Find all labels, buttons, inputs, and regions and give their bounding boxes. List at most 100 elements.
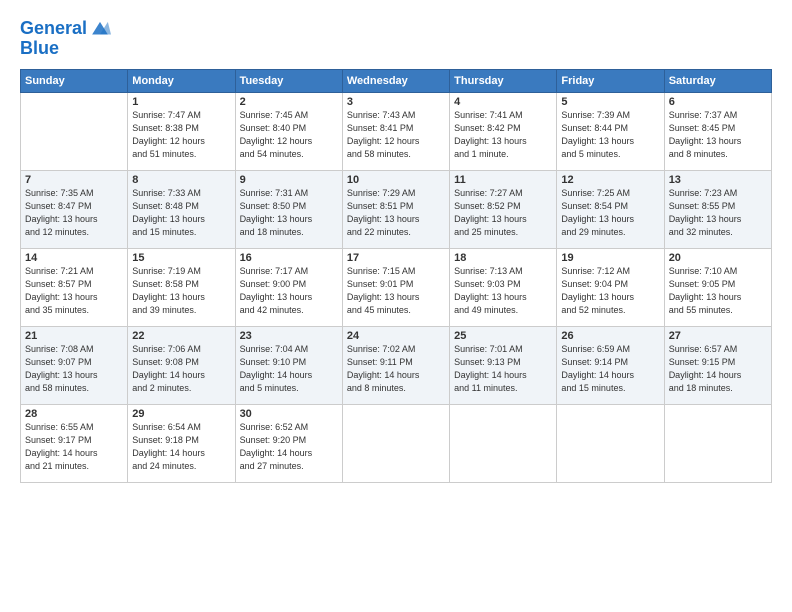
day-cell: 2Sunrise: 7:45 AM Sunset: 8:40 PM Daylig… bbox=[235, 93, 342, 171]
col-header-thursday: Thursday bbox=[450, 70, 557, 93]
day-info: Sunrise: 7:31 AM Sunset: 8:50 PM Dayligh… bbox=[240, 187, 338, 239]
logo-blue: Blue bbox=[20, 38, 111, 59]
day-info: Sunrise: 6:52 AM Sunset: 9:20 PM Dayligh… bbox=[240, 421, 338, 473]
day-cell bbox=[342, 405, 449, 483]
day-number: 7 bbox=[25, 174, 123, 186]
day-cell: 1Sunrise: 7:47 AM Sunset: 8:38 PM Daylig… bbox=[128, 93, 235, 171]
day-cell: 19Sunrise: 7:12 AM Sunset: 9:04 PM Dayli… bbox=[557, 249, 664, 327]
day-cell: 29Sunrise: 6:54 AM Sunset: 9:18 PM Dayli… bbox=[128, 405, 235, 483]
day-number: 3 bbox=[347, 96, 445, 108]
day-cell: 21Sunrise: 7:08 AM Sunset: 9:07 PM Dayli… bbox=[21, 327, 128, 405]
week-row-2: 14Sunrise: 7:21 AM Sunset: 8:57 PM Dayli… bbox=[21, 249, 772, 327]
day-cell: 5Sunrise: 7:39 AM Sunset: 8:44 PM Daylig… bbox=[557, 93, 664, 171]
day-info: Sunrise: 7:12 AM Sunset: 9:04 PM Dayligh… bbox=[561, 265, 659, 317]
day-cell: 26Sunrise: 6:59 AM Sunset: 9:14 PM Dayli… bbox=[557, 327, 664, 405]
col-header-tuesday: Tuesday bbox=[235, 70, 342, 93]
day-cell: 14Sunrise: 7:21 AM Sunset: 8:57 PM Dayli… bbox=[21, 249, 128, 327]
day-info: Sunrise: 7:37 AM Sunset: 8:45 PM Dayligh… bbox=[669, 109, 767, 161]
page: General Blue SundayMondayTuesdayWednesda… bbox=[0, 0, 792, 612]
week-row-0: 1Sunrise: 7:47 AM Sunset: 8:38 PM Daylig… bbox=[21, 93, 772, 171]
day-info: Sunrise: 6:55 AM Sunset: 9:17 PM Dayligh… bbox=[25, 421, 123, 473]
day-cell: 30Sunrise: 6:52 AM Sunset: 9:20 PM Dayli… bbox=[235, 405, 342, 483]
day-info: Sunrise: 6:57 AM Sunset: 9:15 PM Dayligh… bbox=[669, 343, 767, 395]
day-info: Sunrise: 7:43 AM Sunset: 8:41 PM Dayligh… bbox=[347, 109, 445, 161]
day-number: 25 bbox=[454, 330, 552, 342]
day-number: 24 bbox=[347, 330, 445, 342]
day-cell: 13Sunrise: 7:23 AM Sunset: 8:55 PM Dayli… bbox=[664, 171, 771, 249]
day-cell: 22Sunrise: 7:06 AM Sunset: 9:08 PM Dayli… bbox=[128, 327, 235, 405]
logo: General Blue bbox=[20, 18, 111, 59]
day-cell: 28Sunrise: 6:55 AM Sunset: 9:17 PM Dayli… bbox=[21, 405, 128, 483]
col-header-monday: Monday bbox=[128, 70, 235, 93]
week-row-4: 28Sunrise: 6:55 AM Sunset: 9:17 PM Dayli… bbox=[21, 405, 772, 483]
calendar-table: SundayMondayTuesdayWednesdayThursdayFrid… bbox=[20, 69, 772, 483]
day-number: 9 bbox=[240, 174, 338, 186]
day-number: 14 bbox=[25, 252, 123, 264]
day-number: 10 bbox=[347, 174, 445, 186]
day-number: 19 bbox=[561, 252, 659, 264]
header: General Blue bbox=[20, 18, 772, 59]
day-number: 2 bbox=[240, 96, 338, 108]
day-cell bbox=[21, 93, 128, 171]
day-info: Sunrise: 7:39 AM Sunset: 8:44 PM Dayligh… bbox=[561, 109, 659, 161]
day-cell: 17Sunrise: 7:15 AM Sunset: 9:01 PM Dayli… bbox=[342, 249, 449, 327]
day-cell: 15Sunrise: 7:19 AM Sunset: 8:58 PM Dayli… bbox=[128, 249, 235, 327]
day-cell: 16Sunrise: 7:17 AM Sunset: 9:00 PM Dayli… bbox=[235, 249, 342, 327]
day-cell: 6Sunrise: 7:37 AM Sunset: 8:45 PM Daylig… bbox=[664, 93, 771, 171]
day-cell: 4Sunrise: 7:41 AM Sunset: 8:42 PM Daylig… bbox=[450, 93, 557, 171]
day-number: 20 bbox=[669, 252, 767, 264]
day-info: Sunrise: 6:59 AM Sunset: 9:14 PM Dayligh… bbox=[561, 343, 659, 395]
day-info: Sunrise: 7:17 AM Sunset: 9:00 PM Dayligh… bbox=[240, 265, 338, 317]
day-number: 11 bbox=[454, 174, 552, 186]
day-info: Sunrise: 7:04 AM Sunset: 9:10 PM Dayligh… bbox=[240, 343, 338, 395]
day-cell: 20Sunrise: 7:10 AM Sunset: 9:05 PM Dayli… bbox=[664, 249, 771, 327]
logo-icon bbox=[89, 18, 111, 40]
col-header-wednesday: Wednesday bbox=[342, 70, 449, 93]
day-info: Sunrise: 7:35 AM Sunset: 8:47 PM Dayligh… bbox=[25, 187, 123, 239]
day-info: Sunrise: 7:33 AM Sunset: 8:48 PM Dayligh… bbox=[132, 187, 230, 239]
day-number: 13 bbox=[669, 174, 767, 186]
day-info: Sunrise: 7:15 AM Sunset: 9:01 PM Dayligh… bbox=[347, 265, 445, 317]
day-number: 18 bbox=[454, 252, 552, 264]
col-header-saturday: Saturday bbox=[664, 70, 771, 93]
day-number: 28 bbox=[25, 408, 123, 420]
day-cell: 27Sunrise: 6:57 AM Sunset: 9:15 PM Dayli… bbox=[664, 327, 771, 405]
day-info: Sunrise: 7:10 AM Sunset: 9:05 PM Dayligh… bbox=[669, 265, 767, 317]
day-info: Sunrise: 7:01 AM Sunset: 9:13 PM Dayligh… bbox=[454, 343, 552, 395]
day-info: Sunrise: 7:29 AM Sunset: 8:51 PM Dayligh… bbox=[347, 187, 445, 239]
day-cell: 10Sunrise: 7:29 AM Sunset: 8:51 PM Dayli… bbox=[342, 171, 449, 249]
day-cell: 9Sunrise: 7:31 AM Sunset: 8:50 PM Daylig… bbox=[235, 171, 342, 249]
col-header-sunday: Sunday bbox=[21, 70, 128, 93]
day-cell: 7Sunrise: 7:35 AM Sunset: 8:47 PM Daylig… bbox=[21, 171, 128, 249]
day-number: 27 bbox=[669, 330, 767, 342]
day-cell bbox=[664, 405, 771, 483]
day-info: Sunrise: 7:19 AM Sunset: 8:58 PM Dayligh… bbox=[132, 265, 230, 317]
day-cell bbox=[450, 405, 557, 483]
day-cell: 12Sunrise: 7:25 AM Sunset: 8:54 PM Dayli… bbox=[557, 171, 664, 249]
day-info: Sunrise: 6:54 AM Sunset: 9:18 PM Dayligh… bbox=[132, 421, 230, 473]
day-number: 12 bbox=[561, 174, 659, 186]
day-number: 17 bbox=[347, 252, 445, 264]
day-number: 30 bbox=[240, 408, 338, 420]
day-info: Sunrise: 7:06 AM Sunset: 9:08 PM Dayligh… bbox=[132, 343, 230, 395]
day-number: 22 bbox=[132, 330, 230, 342]
col-header-friday: Friday bbox=[557, 70, 664, 93]
day-number: 29 bbox=[132, 408, 230, 420]
day-info: Sunrise: 7:45 AM Sunset: 8:40 PM Dayligh… bbox=[240, 109, 338, 161]
week-row-1: 7Sunrise: 7:35 AM Sunset: 8:47 PM Daylig… bbox=[21, 171, 772, 249]
day-info: Sunrise: 7:08 AM Sunset: 9:07 PM Dayligh… bbox=[25, 343, 123, 395]
day-info: Sunrise: 7:25 AM Sunset: 8:54 PM Dayligh… bbox=[561, 187, 659, 239]
day-cell: 3Sunrise: 7:43 AM Sunset: 8:41 PM Daylig… bbox=[342, 93, 449, 171]
day-cell bbox=[557, 405, 664, 483]
day-info: Sunrise: 7:21 AM Sunset: 8:57 PM Dayligh… bbox=[25, 265, 123, 317]
day-number: 26 bbox=[561, 330, 659, 342]
week-row-3: 21Sunrise: 7:08 AM Sunset: 9:07 PM Dayli… bbox=[21, 327, 772, 405]
logo-text: General bbox=[20, 19, 87, 39]
day-number: 1 bbox=[132, 96, 230, 108]
day-number: 15 bbox=[132, 252, 230, 264]
day-number: 16 bbox=[240, 252, 338, 264]
day-number: 23 bbox=[240, 330, 338, 342]
day-info: Sunrise: 7:27 AM Sunset: 8:52 PM Dayligh… bbox=[454, 187, 552, 239]
day-cell: 8Sunrise: 7:33 AM Sunset: 8:48 PM Daylig… bbox=[128, 171, 235, 249]
day-number: 5 bbox=[561, 96, 659, 108]
